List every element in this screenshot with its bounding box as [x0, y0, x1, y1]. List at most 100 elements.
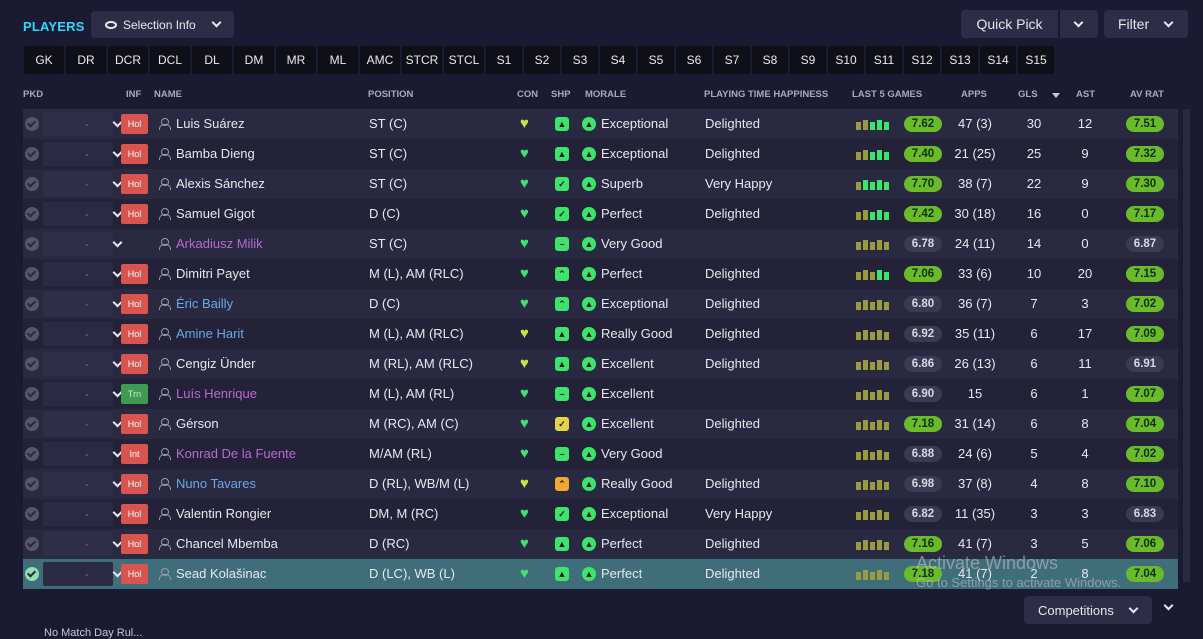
column-header-con[interactable]: CON: [517, 89, 538, 100]
tab-stcl[interactable]: STCL: [444, 46, 484, 74]
quick-pick-button[interactable]: Quick Pick: [961, 10, 1058, 38]
selection-dropdown[interactable]: -: [43, 262, 123, 286]
player-name[interactable]: Cengiz Ünder: [176, 356, 256, 371]
column-header-ast[interactable]: AST: [1076, 89, 1095, 100]
table-row[interactable]: - Hol Luis Suárez ST (C) ♥ ▲ ▲ Exceptional Delig…: [23, 109, 1178, 139]
info-badge[interactable]: Trn: [121, 384, 148, 404]
info-badge[interactable]: Hol: [121, 564, 148, 584]
info-badge[interactable]: Hol: [121, 114, 148, 134]
table-row[interactable]: - Hol Amine Harit M (L), AM (RLC) ♥ ▲ ▲ Really …: [23, 319, 1178, 349]
picked-check-icon[interactable]: [25, 477, 39, 491]
tab-dcl[interactable]: DCL: [150, 46, 190, 74]
player-name[interactable]: Luís Henrique: [176, 386, 257, 401]
competitions-dropdown[interactable]: Competitions: [1024, 596, 1152, 624]
selection-dropdown[interactable]: -: [43, 142, 123, 166]
info-badge[interactable]: Hol: [121, 294, 148, 314]
info-badge[interactable]: Hol: [121, 474, 148, 494]
tab-s3[interactable]: S3: [562, 46, 598, 74]
tab-s4[interactable]: S4: [600, 46, 636, 74]
column-header-name[interactable]: NAME: [154, 89, 182, 100]
tab-amc[interactable]: AMC: [360, 46, 400, 74]
picked-check-icon[interactable]: [25, 507, 39, 521]
picked-check-icon[interactable]: [25, 267, 39, 281]
player-name[interactable]: Samuel Gigot: [176, 206, 255, 221]
player-name[interactable]: Bamba Dieng: [176, 146, 255, 161]
tab-dl[interactable]: DL: [192, 46, 232, 74]
column-header-happiness[interactable]: PLAYING TIME HAPPINESS: [704, 89, 828, 100]
tab-ml[interactable]: ML: [318, 46, 358, 74]
info-badge[interactable]: Hol: [121, 504, 148, 524]
quick-pick-dropdown-button[interactable]: [1060, 10, 1098, 38]
tab-s10[interactable]: S10: [828, 46, 864, 74]
column-header-position[interactable]: POSITION: [368, 89, 413, 100]
selection-dropdown[interactable]: -: [43, 202, 123, 226]
table-row[interactable]: - Arkadiusz Milik ST (C) ♥ – ▲ Very Good 6.78 24…: [23, 229, 1178, 259]
info-badge[interactable]: Hol: [121, 414, 148, 434]
scrollbar[interactable]: [1183, 109, 1190, 582]
player-name[interactable]: Luis Suárez: [176, 116, 245, 131]
tab-s2[interactable]: S2: [524, 46, 560, 74]
selection-dropdown[interactable]: -: [43, 442, 123, 466]
table-row[interactable]: - Hol Gérson M (RC), AM (C) ♥ ✓ ▲ Excellent Deli…: [23, 409, 1178, 439]
table-row[interactable]: - Hol Nuno Tavares D (RL), WB/M (L) ♥ ⌃ ▲ Reall…: [23, 469, 1178, 499]
tab-s8[interactable]: S8: [752, 46, 788, 74]
table-row[interactable]: - Hol Bamba Dieng ST (C) ♥ ▲ ▲ Exceptional Delig…: [23, 139, 1178, 169]
column-header-avrat[interactable]: AV RAT: [1130, 89, 1164, 100]
table-row[interactable]: - Int Konrad De la Fuente M/AM (RL) ♥ – ▲ Very …: [23, 439, 1178, 469]
selection-dropdown[interactable]: -: [43, 352, 123, 376]
info-badge[interactable]: Hol: [121, 204, 148, 224]
player-name[interactable]: Valentin Rongier: [176, 506, 271, 521]
player-name[interactable]: Nuno Tavares: [176, 476, 256, 491]
column-header-morale[interactable]: MORALE: [585, 89, 626, 100]
tab-stcr[interactable]: STCR: [402, 46, 442, 74]
column-header-gls[interactable]: GLS: [1018, 89, 1038, 100]
column-header-shp[interactable]: SHP: [551, 89, 571, 100]
picked-check-icon[interactable]: [25, 207, 39, 221]
table-row[interactable]: - Hol Alexis Sánchez ST (C) ♥ ✓ ▲ Superb Very Ha…: [23, 169, 1178, 199]
filter-button[interactable]: Filter: [1104, 10, 1188, 38]
selection-info-button[interactable]: Selection Info: [91, 11, 234, 38]
tab-s11[interactable]: S11: [866, 46, 902, 74]
column-header-inf[interactable]: INF: [126, 89, 141, 100]
column-header-pkd[interactable]: PKD: [23, 89, 43, 100]
table-row[interactable]: - Hol Cengiz Ünder M (RL), AM (RLC) ♥ ▲ ▲ Excel…: [23, 349, 1178, 379]
selection-dropdown[interactable]: -: [43, 292, 123, 316]
player-name[interactable]: Gérson: [176, 416, 219, 431]
player-name[interactable]: Amine Harit: [176, 326, 244, 341]
tab-s7[interactable]: S7: [714, 46, 750, 74]
selection-dropdown[interactable]: -: [43, 382, 123, 406]
picked-check-icon[interactable]: [25, 237, 39, 251]
column-header-last5[interactable]: LAST 5 GAMES: [852, 89, 922, 100]
picked-check-icon[interactable]: [25, 357, 39, 371]
selection-dropdown[interactable]: -: [43, 232, 123, 256]
table-row[interactable]: - Hol Samuel Gigot D (C) ♥ ✓ ▲ Perfect Delighted…: [23, 199, 1178, 229]
tab-dcr[interactable]: DCR: [108, 46, 148, 74]
tab-s12[interactable]: S12: [904, 46, 940, 74]
info-badge[interactable]: Hol: [121, 174, 148, 194]
table-row[interactable]: - Hol Éric Bailly D (C) ♥ ⌃ ▲ Exceptional Deligh…: [23, 289, 1178, 319]
picked-check-icon[interactable]: [25, 177, 39, 191]
picked-check-icon[interactable]: [25, 117, 39, 131]
expand-button[interactable]: [1162, 600, 1176, 614]
selection-dropdown[interactable]: -: [43, 172, 123, 196]
tab-s5[interactable]: S5: [638, 46, 674, 74]
selection-dropdown[interactable]: -: [43, 532, 123, 556]
tab-gk[interactable]: GK: [24, 46, 64, 74]
info-badge[interactable]: Hol: [121, 144, 148, 164]
tab-s14[interactable]: S14: [980, 46, 1016, 74]
selection-dropdown[interactable]: -: [43, 562, 123, 586]
info-badge[interactable]: Hol: [121, 534, 148, 554]
player-name[interactable]: Chancel Mbemba: [176, 536, 278, 551]
picked-check-icon[interactable]: [25, 147, 39, 161]
tab-dr[interactable]: DR: [66, 46, 106, 74]
column-header-apps[interactable]: APPS: [961, 89, 987, 100]
player-name[interactable]: Arkadiusz Milik: [176, 236, 263, 251]
picked-check-icon[interactable]: [25, 327, 39, 341]
tab-s6[interactable]: S6: [676, 46, 712, 74]
picked-check-icon[interactable]: [25, 297, 39, 311]
picked-check-icon[interactable]: [25, 387, 39, 401]
info-badge[interactable]: Hol: [121, 264, 148, 284]
selection-dropdown[interactable]: -: [43, 112, 123, 136]
picked-check-icon[interactable]: [25, 447, 39, 461]
table-row[interactable]: - Hol Dimitri Payet M (L), AM (RLC) ♥ ⌃ ▲ Perfe…: [23, 259, 1178, 289]
